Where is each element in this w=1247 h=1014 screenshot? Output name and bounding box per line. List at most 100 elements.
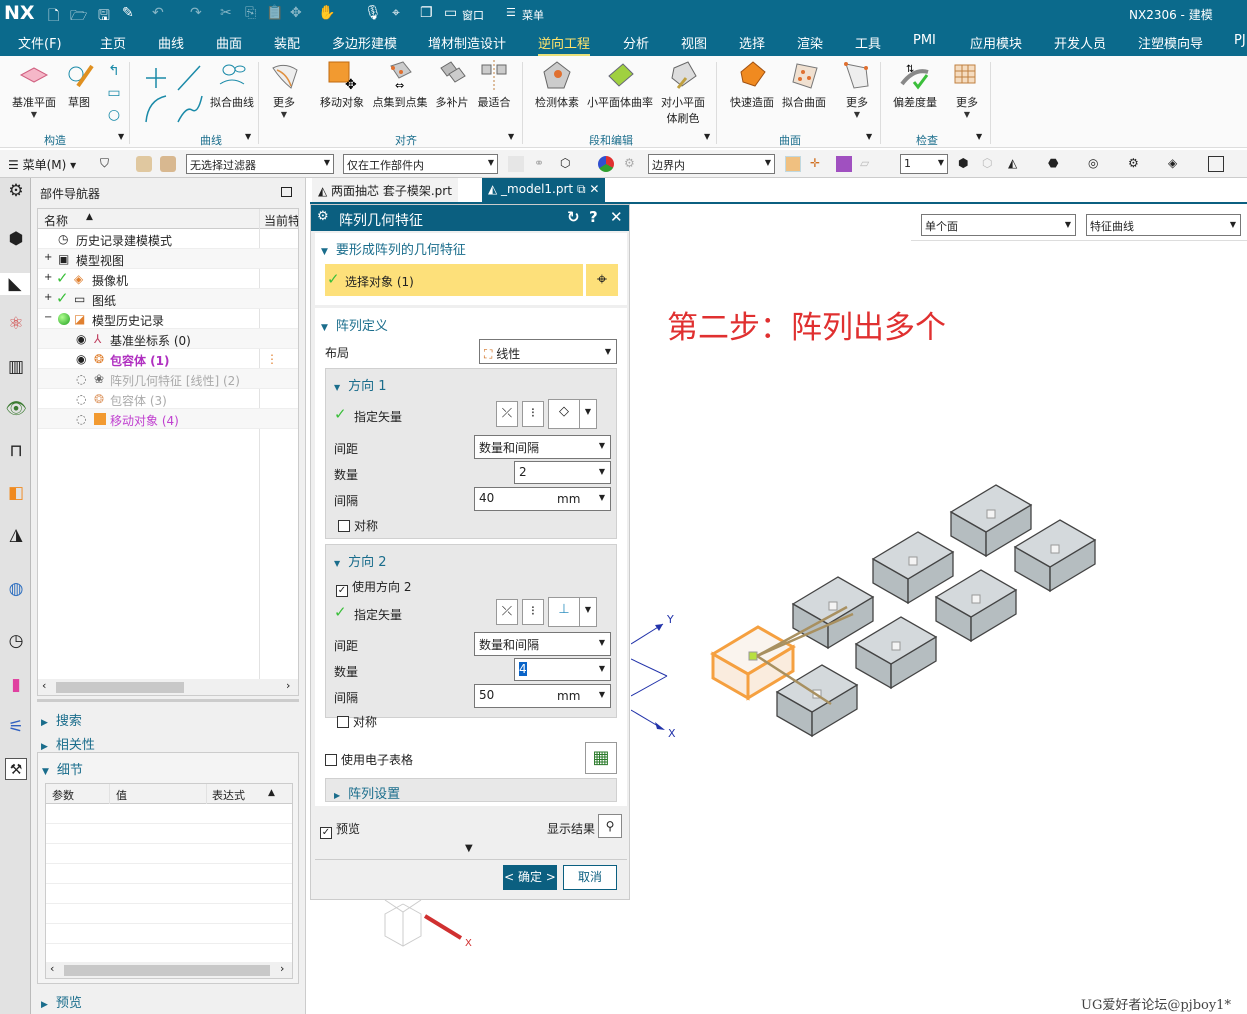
section-preview[interactable]: ▶ 预览	[41, 992, 82, 1011]
shaded-view-icon[interactable]: ⬢	[958, 156, 974, 172]
tab-polygon-modeling[interactable]: 多边形建模	[332, 33, 397, 52]
tab-file[interactable]: 文件(F)	[18, 33, 62, 52]
color-palette-icon[interactable]: ▮	[5, 674, 27, 696]
expand-icon[interactable]: +	[44, 272, 52, 283]
history-clock-icon[interactable]: ◷	[5, 630, 27, 652]
symmetric-checkbox-2[interactable]: 对称	[337, 713, 377, 730]
tools-icon[interactable]: ⚒	[5, 758, 27, 780]
reverse-direction-icon[interactable]: ⤫	[496, 599, 518, 625]
window-layout-icon[interactable]	[1208, 156, 1224, 172]
group-expand-icon[interactable]: ▼	[976, 132, 982, 141]
point-set-to-point-set-button[interactable]: ⇔ 点集到点集	[372, 60, 428, 110]
scrollbar-thumb[interactable]	[64, 965, 270, 976]
window-menu[interactable]: 窗口	[462, 7, 484, 23]
column-name[interactable]: 名称	[44, 212, 68, 229]
tab-view[interactable]: 视图	[681, 33, 707, 52]
copy-icon[interactable]: ⎘	[245, 5, 256, 21]
layer-settings-icon[interactable]: ◈	[1168, 156, 1184, 172]
direction-1-header[interactable]: ▼ 方向 1	[334, 375, 387, 394]
tab-document[interactable]: ◭ 两面抽芯 套子模架.prt	[312, 178, 458, 202]
small-construct-icons[interactable]: ↰ ▭ ○	[106, 60, 122, 126]
sketch-button[interactable]: 草图	[62, 60, 96, 110]
spreadsheet-icon[interactable]: ▦	[585, 742, 617, 774]
selection-filter-dropdown[interactable]: 无选择过滤器 ▼	[186, 154, 334, 174]
menu-button[interactable]: ☰ 菜单(M) ▾	[8, 156, 76, 173]
fit-surface-button[interactable]: 拟合曲面	[780, 60, 828, 110]
tab-surface[interactable]: 曲面	[216, 33, 242, 52]
select-edge-icon[interactable]: ✛	[810, 156, 826, 172]
column-current[interactable]: 当前特	[264, 212, 298, 229]
snap-icon[interactable]: ⚙	[624, 156, 640, 172]
count-input[interactable]: 2 ▼	[514, 461, 611, 484]
tab-developer[interactable]: 开发人员	[1054, 33, 1106, 52]
assembly-navigator-icon[interactable]: ⬢	[5, 228, 27, 250]
close-icon[interactable]: ✕	[610, 208, 623, 226]
circle-icon[interactable]: ○	[106, 104, 122, 126]
pattern-box-instance[interactable]	[871, 531, 955, 605]
move-icon[interactable]: ✥	[290, 5, 302, 21]
select-face-icon[interactable]	[785, 156, 801, 172]
tab-curve[interactable]: 曲线	[158, 33, 184, 52]
tab-pj[interactable]: PJ	[1234, 33, 1246, 48]
redo-icon[interactable]: ↷	[190, 5, 202, 21]
microphone-icon[interactable]: 🎙	[364, 5, 382, 21]
pitch-input[interactable]: 40 mm ▼	[474, 487, 611, 511]
inspect-more-button[interactable]: 更多 ▼	[950, 60, 984, 119]
touch-mode-icon[interactable]: ✋	[318, 5, 335, 21]
rapid-surfacing-button[interactable]: 快速造面	[728, 60, 776, 110]
tab-assembly[interactable]: 装配	[274, 33, 300, 52]
paste-icon[interactable]: 📋	[266, 5, 283, 21]
inferred-vector-icon[interactable]: ⊥	[548, 597, 580, 627]
open-file-icon[interactable]: 🗁	[70, 5, 87, 29]
display-mode-icon[interactable]: ⬣	[1048, 156, 1064, 172]
tree-row[interactable]: ◷ 历史记录建模模式	[38, 229, 298, 249]
vector-dropdown-icon[interactable]: ▼	[579, 399, 597, 429]
model-scene[interactable]: Y X	[631, 204, 1247, 1014]
ok-button[interactable]: < 确定 >	[503, 865, 557, 890]
cut-icon[interactable]: ✂	[220, 5, 232, 21]
tree-row[interactable]: + ✓ ▭ 图纸	[38, 289, 298, 309]
count-input[interactable]: 4 ▼	[514, 658, 611, 681]
hidden-icon[interactable]: ◌	[76, 372, 86, 386]
tree-row[interactable]: ◉ ❂ 包容体 (1) ⋮	[38, 349, 298, 369]
best-fit-button[interactable]: 最适合	[476, 60, 512, 110]
tree-row[interactable]: − ◪ 模型历史记录	[38, 309, 298, 329]
eye-icon[interactable]: ◉	[76, 352, 86, 366]
web-browser-icon[interactable]: ◍	[5, 578, 27, 600]
window-icon[interactable]: ▭	[444, 5, 457, 21]
magnifier-icon[interactable]: ⚲	[598, 814, 622, 838]
visual-reporting-icon[interactable]: 👁	[5, 398, 27, 420]
layout-dropdown[interactable]: ⛶ 线性 ▼	[479, 339, 617, 364]
feature-select-icon[interactable]: ⬡	[560, 156, 576, 172]
section-search[interactable]: ▶ 搜索	[41, 710, 82, 729]
tree-row[interactable]: ◌ 移动对象 (4)	[38, 409, 298, 429]
use-direction-2-checkbox[interactable]: ✓ 使用方向 2	[336, 578, 411, 597]
view-orient-icon[interactable]: ◎	[1088, 156, 1104, 172]
tree-row[interactable]: + ▣ 模型视图	[38, 249, 298, 269]
fit-curve-button[interactable]: 拟合曲线	[206, 60, 258, 110]
type-filter-icon[interactable]: ⛉	[100, 156, 116, 172]
inferred-vector-icon[interactable]: ◇	[548, 399, 580, 429]
preview-checkbox[interactable]: ✓ 预览	[320, 820, 360, 839]
section-header[interactable]: ▼ 要形成阵列的几何特征	[321, 239, 466, 258]
select-object-row[interactable]: ✓ 选择对象 (1)	[325, 264, 583, 296]
selected-box-body[interactable]	[710, 625, 796, 701]
process-studio-icon[interactable]: ◧	[5, 482, 27, 504]
multi-patch-button[interactable]: 多补片	[434, 60, 470, 110]
use-spreadsheet-checkbox[interactable]: 使用电子表格	[325, 751, 413, 768]
group-expand-icon[interactable]: ▼	[118, 132, 124, 141]
new-file-icon[interactable]: 🗋	[48, 5, 59, 29]
link-icon[interactable]: ⚭	[534, 156, 550, 172]
selection-scope-dropdown[interactable]: 仅在工作部件内 ▼	[343, 154, 498, 174]
symmetric-checkbox[interactable]: 对称	[338, 517, 378, 534]
select-body-icon[interactable]	[136, 156, 152, 172]
switch-window-icon[interactable]: ❐	[420, 5, 433, 21]
tree-row[interactable]: ◉ ⅄ 基准坐标系 (0)	[38, 329, 298, 349]
group-expand-icon[interactable]: ▼	[508, 132, 514, 141]
graphics-viewport[interactable]: 单个面 ▼ 特征曲线 ▼ 第二步：阵列出多个 Y X X UG爱好者论坛@pjboy…	[384, 204, 1247, 1014]
curve-more-button[interactable]: 更多 ▼	[266, 60, 302, 119]
group-expand-icon[interactable]: ▼	[866, 132, 872, 141]
surface-more-button[interactable]: 更多 ▼	[840, 60, 874, 119]
collapse-icon[interactable]: −	[44, 312, 52, 323]
constraint-navigator-icon[interactable]: ⚛	[5, 313, 27, 335]
